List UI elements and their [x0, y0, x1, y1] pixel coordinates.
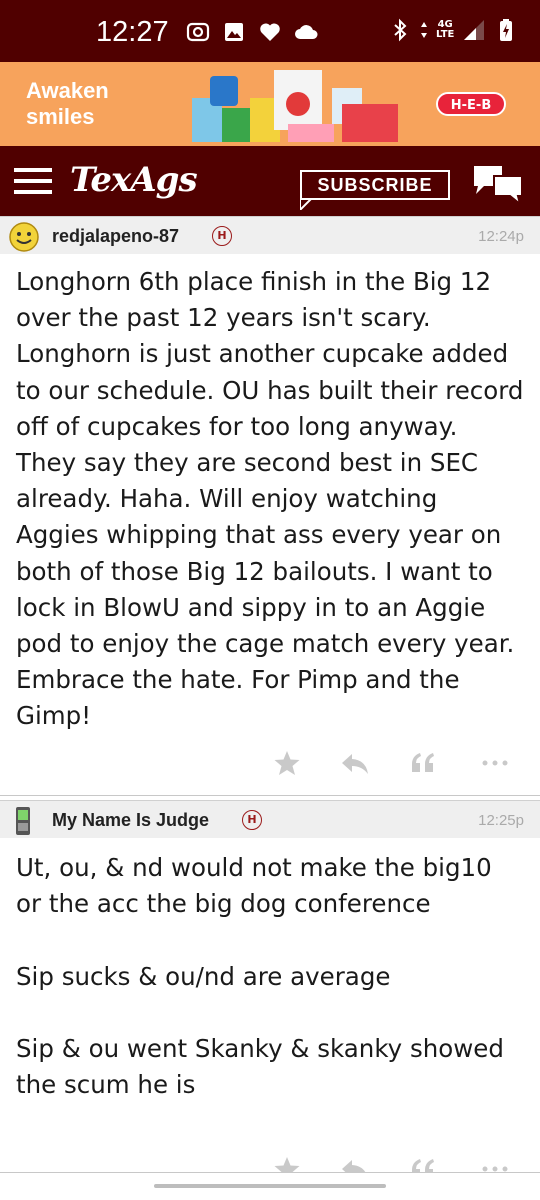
quote-icon[interactable] — [408, 1154, 438, 1172]
forum-chat-icon[interactable] — [472, 162, 524, 204]
post-body: Longhorn 6th place finish in the Big 12 … — [16, 267, 524, 731]
battery-charging-icon — [500, 19, 513, 41]
post-actions — [0, 748, 540, 778]
subscribe-button[interactable]: SUBSCRIBE — [300, 170, 450, 200]
heb-logo: H-E-B — [436, 92, 506, 116]
post-username[interactable]: redjalapeno-87 — [52, 226, 179, 247]
post-header: My Name Is Judge H 12:25p — [0, 800, 540, 838]
home-indicator[interactable] — [154, 1184, 386, 1188]
hamburger-menu-icon[interactable] — [14, 166, 52, 196]
post-username[interactable]: My Name Is Judge — [52, 810, 209, 831]
reply-icon[interactable] — [340, 748, 370, 778]
heart-icon — [260, 23, 280, 41]
smiley-avatar-icon[interactable] — [8, 221, 40, 253]
screen-record-icon — [186, 22, 210, 42]
post-divider — [0, 1172, 540, 1173]
post-actions — [0, 1154, 540, 1172]
member-badge: H — [212, 226, 232, 246]
more-options-icon[interactable] — [480, 748, 510, 778]
network-type: 4G LTE — [436, 19, 455, 40]
ad-banner[interactable]: Awaken smiles H-E-B — [0, 62, 540, 146]
ad-product-image — [192, 70, 398, 142]
subscribe-tail — [300, 198, 313, 210]
post-header: redjalapeno-87 H 12:24p — [0, 216, 540, 254]
member-badge: H — [242, 810, 262, 830]
texags-logo[interactable]: TexAgs — [70, 160, 198, 200]
star-icon[interactable] — [272, 748, 302, 778]
post-body: Ut, ou, & nd would not make the big10 or… — [16, 853, 504, 1100]
signal-icon — [464, 20, 485, 40]
quote-icon[interactable] — [408, 748, 438, 778]
data-arrows-icon — [421, 22, 427, 38]
post-timestamp: 12:24p — [478, 228, 524, 245]
cloud-icon — [295, 25, 318, 39]
more-options-icon[interactable] — [480, 1154, 510, 1172]
bluetooth-icon — [394, 18, 407, 42]
status-time: 12:27 — [96, 16, 169, 48]
ad-brand-text: H-E-B — [451, 98, 491, 113]
image-icon — [225, 23, 243, 41]
ad-headline: Awaken smiles — [26, 78, 109, 129]
reply-icon[interactable] — [340, 1154, 370, 1172]
phone-avatar-icon[interactable] — [12, 805, 34, 837]
star-icon[interactable] — [272, 1154, 302, 1172]
post-divider — [0, 795, 540, 796]
status-bar: 12:27 4G LTE — [0, 0, 540, 62]
post-timestamp: 12:25p — [478, 812, 524, 829]
nav-bar: TexAgs SUBSCRIBE — [0, 146, 540, 216]
